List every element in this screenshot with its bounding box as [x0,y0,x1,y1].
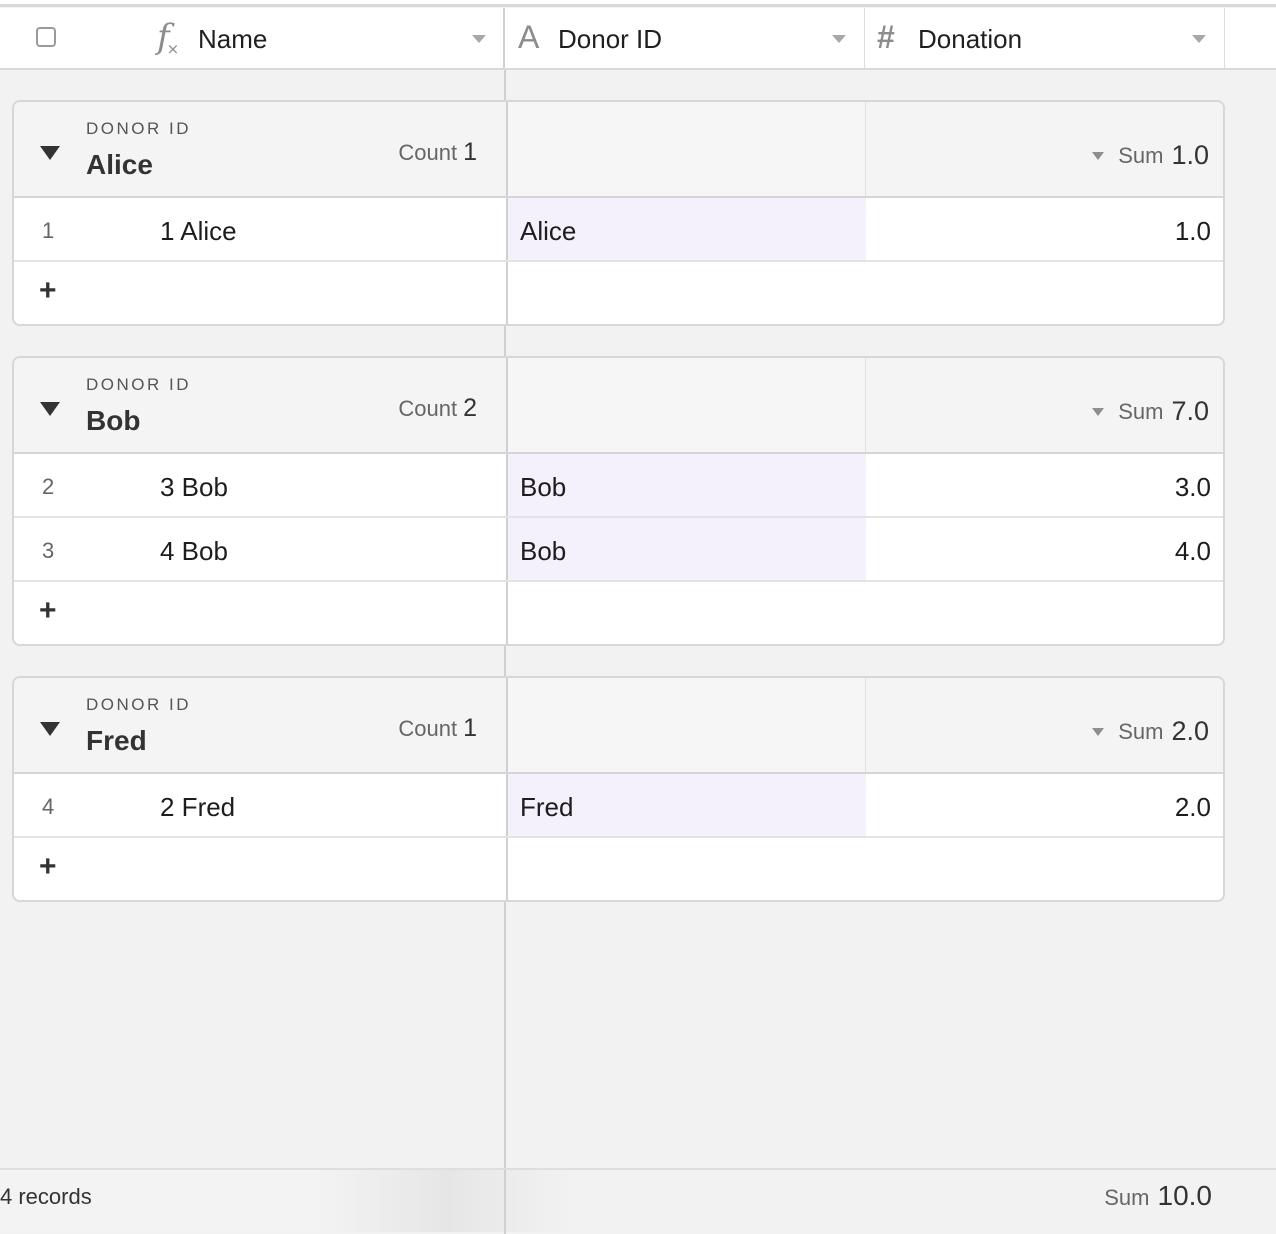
column-title-donation: Donation [918,24,1023,54]
column-title-donor-id: Donor ID [558,24,663,54]
table-row[interactable]: 3 4 Bob Bob 4.0 [14,518,1223,582]
row-number: 3 [42,538,55,563]
group-header-spacer [506,102,866,196]
top-border [0,0,1276,7]
text-field-icon: A [518,19,540,55]
add-record-icon[interactable]: + [39,274,57,308]
collapse-toggle-icon[interactable] [40,402,60,416]
group-field-label: DONOR ID [86,695,191,714]
table-row[interactable]: 2 3 Bob Bob 3.0 [14,454,1223,518]
record-group-alice: DONOR ID Alice Count 1 Sum 1.0 1 1 Alice A… [12,100,1225,326]
row-number: 4 [42,794,55,819]
donor-id-cell[interactable]: Bob [506,454,866,516]
column-title-name: Name [198,24,268,54]
chevron-down-icon[interactable] [1192,35,1206,43]
donation-cell[interactable]: 4.0 [1175,536,1211,567]
group-header[interactable]: DONOR ID Bob Count 2 Sum 7.0 [14,358,1223,454]
record-count: 4 records [0,1184,92,1209]
donation-cell[interactable]: 2.0 [1175,792,1211,823]
donor-id-cell[interactable]: Fred [506,774,866,836]
frozen-column-divider [504,1170,506,1234]
column-header-row: f× Name A Donor ID # Donation [0,8,1276,70]
name-cell[interactable]: 3 Bob [160,472,228,503]
group-header-spacer [506,678,866,772]
add-record-icon[interactable]: + [39,594,57,628]
column-header-name[interactable]: f× Name [0,8,505,68]
add-record-row[interactable]: + [14,838,1223,900]
record-group-fred: DONOR ID Fred Count 1 Sum 2.0 4 2 Fred Fre… [12,676,1225,902]
chevron-down-icon[interactable] [472,35,486,43]
group-header[interactable]: DONOR ID Fred Count 1 Sum 2.0 [14,678,1223,774]
group-value: Bob [86,405,141,436]
collapse-toggle-icon[interactable] [40,722,60,736]
group-field-label: DONOR ID [86,119,191,138]
column-header-donation[interactable]: # Donation [865,8,1225,68]
total-sum[interactable]: Sum 10.0 [1104,1180,1212,1212]
caret-down-icon [1092,727,1105,736]
group-sum[interactable]: Sum 2.0 [1092,716,1209,747]
group-value: Fred [86,725,147,756]
group-field-label: DONOR ID [86,375,191,394]
chevron-down-icon[interactable] [832,35,846,43]
donation-cell[interactable]: 3.0 [1175,472,1211,503]
divider [506,838,508,900]
caret-down-icon [1092,407,1105,416]
column-header-donor-id[interactable]: A Donor ID [505,8,865,68]
group-header[interactable]: DONOR ID Alice Count 1 Sum 1.0 [14,102,1223,198]
table-row[interactable]: 1 1 Alice Alice 1.0 [14,198,1223,262]
select-all-checkbox[interactable] [36,27,56,47]
add-record-row[interactable]: + [14,582,1223,644]
group-sum[interactable]: Sum 7.0 [1092,396,1209,427]
group-count: Count 2 [398,394,477,422]
group-header-spacer [506,358,866,452]
group-count: Count 1 [398,138,477,166]
group-value: Alice [86,149,153,180]
add-record-row[interactable]: + [14,262,1223,324]
collapse-toggle-icon[interactable] [40,146,60,160]
donor-id-cell[interactable]: Alice [506,198,866,260]
divider [506,582,508,644]
row-number: 1 [42,218,55,243]
add-record-icon[interactable]: + [39,850,57,884]
group-sum[interactable]: Sum 1.0 [1092,140,1209,171]
name-cell[interactable]: 4 Bob [160,536,228,567]
divider [506,262,508,324]
record-group-bob: DONOR ID Bob Count 2 Sum 7.0 2 3 Bob Bob 3… [12,356,1225,646]
donation-cell[interactable]: 1.0 [1175,216,1211,247]
name-cell[interactable]: 1 Alice [160,216,237,247]
donor-id-cell[interactable]: Bob [506,518,866,580]
table-row[interactable]: 4 2 Fred Fred 2.0 [14,774,1223,838]
number-field-icon: # [877,19,895,55]
name-cell[interactable]: 2 Fred [160,792,235,823]
group-count: Count 1 [398,714,477,742]
summary-bar: 4 records Sum 10.0 [0,1168,1276,1234]
formula-icon: f× [157,17,180,58]
row-number: 2 [42,474,55,499]
caret-down-icon [1092,151,1105,160]
